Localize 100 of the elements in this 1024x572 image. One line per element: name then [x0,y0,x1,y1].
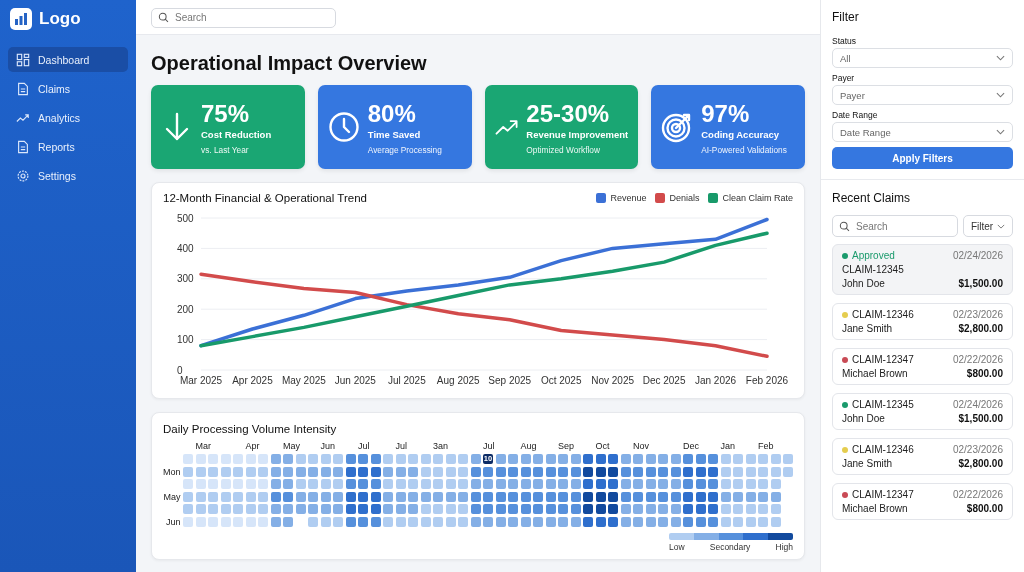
heatmap-cell [683,504,693,514]
heatmap-cell [608,466,618,477]
nav-item[interactable]: Claims [8,76,128,101]
heatmap-cell [545,504,556,514]
kpi-subtitle: AI-Powered Validations [701,144,787,155]
claim-card[interactable]: CLAIM-12347 02/22/2026 Michael Brown $800.00 [832,483,1013,520]
legend-swatch [596,193,607,203]
kpi-label: Cost Reduction [201,128,272,140]
month-label: Nov [633,441,650,453]
heatmap-cell [483,479,493,489]
month-label: Dec [683,441,700,453]
heatmap-cell [233,491,243,502]
heatmap-cell [720,454,731,464]
heatmap-cell [583,454,593,464]
heatmap-cell [258,466,268,477]
heatmap-cell [733,466,743,477]
heatmap-cell [633,516,643,527]
heatmap-cell [308,454,318,464]
heatmap-cell [258,479,268,489]
scale-label: Secondary [709,541,751,552]
dropdown-field[interactable]: Payer [832,85,1013,105]
claim-card[interactable]: Approved 02/24/2026 CLAIM-12345 John Doe $1,500.00 [832,244,1013,295]
heatmap-cell [483,504,493,514]
dropdown-field[interactable]: Date Range [832,122,1013,142]
kpi-value: 97% [701,99,751,128]
kpi-value: 25-30% [526,99,611,128]
heatmap-cell [295,466,306,477]
kpi-value: 80% [367,99,417,128]
heatmap-cell [683,479,693,489]
claim-date: 02/22/2026 [952,489,1003,500]
grid-icon [16,52,30,67]
nav-item[interactable]: Analytics [8,105,128,130]
claim-amount: $800.00 [966,368,1003,379]
heatmap-cell [708,466,718,477]
heatmap-cell [558,466,568,477]
heatmap-cell [495,516,506,527]
heatmap-cell [558,454,568,464]
heatmap-cell [558,491,568,502]
heatmap-cell [658,516,668,527]
heatmap-cell [470,466,481,477]
heatmap-cell [408,454,418,464]
nav-item[interactable]: Dashboard [8,47,128,72]
field-label: Status [832,36,858,46]
heatmap-cell [783,466,793,477]
heatmap-cell [308,466,318,477]
recent-claims-title: Recent Claims [832,191,912,205]
heatmap-cell [545,479,556,489]
search-field[interactable]: Search [151,7,336,28]
claim-card[interactable]: CLAIM-12346 02/23/2026 Jane Smith $2,800.00 [832,438,1013,475]
field-label: Payer [832,73,856,83]
heatmap-cell [233,466,243,477]
heatmap-cell [395,466,406,477]
x-tick-label: May 2025 [281,375,326,386]
heatmap-cell [708,516,718,527]
claim-card[interactable]: CLAIM-12346 02/23/2026 Jane Smith $2,800.00 [832,303,1013,340]
legend-swatch [708,193,719,203]
heatmap-cell [770,491,781,502]
heatmap-cell [270,466,281,477]
heatmap-cell [320,454,331,464]
heatmap-cell [670,454,681,464]
heatmap-cell [458,516,468,527]
heatmap-cell [520,504,531,514]
patient-name: John Doe [842,278,885,289]
heatmap-cell [408,479,418,489]
heatmap-cell [508,479,518,489]
month-label: Apr [245,441,261,453]
claim-card[interactable]: CLAIM-12347 02/22/2026 Michael Brown $800.00 [832,348,1013,385]
heatmap-cell [245,479,256,489]
nav-item[interactable]: Settings [8,163,128,188]
filter-dropdown-button[interactable]: Filter [963,215,1013,237]
heatmap-cell [270,479,281,489]
search-field[interactable]: Search [832,215,958,237]
heatmap-cell [345,479,356,489]
heatmap-cell [520,466,531,477]
y-tick-label: 400 [177,242,194,254]
patient-name: John Doe [842,413,885,424]
heatmap-cell [770,454,781,464]
heatmap-cell [295,491,306,502]
dropdown-field[interactable]: All [832,48,1013,68]
heatmap-cell [208,504,218,514]
claim-card[interactable]: CLAIM-12345 02/24/2026 John Doe $1,500.00 [832,393,1013,430]
legend-label: Revenue [610,193,647,203]
heatmap-cell [458,504,468,514]
heatmap-cell [358,516,368,527]
heatmap-cell [645,504,656,514]
heatmap-cell [245,516,256,527]
nav-item[interactable]: Reports [8,134,128,159]
kpi-label: Time Saved [367,128,422,140]
heatmap-cell [733,479,743,489]
heatmap-cell [345,516,356,527]
x-tick-label: Jun 2025 [334,375,376,386]
apply-filters-button[interactable]: Apply Filters [832,147,1013,169]
heatmap-cell [220,466,231,477]
heatmap-cell [433,479,443,489]
heatmap-cell [570,454,581,464]
heatmap-cell [708,491,718,502]
month-label: Jul [483,441,496,453]
claim-id: CLAIM-12346 [852,444,914,455]
heatmap-cell [208,454,218,464]
heatmap-cell [408,504,418,514]
